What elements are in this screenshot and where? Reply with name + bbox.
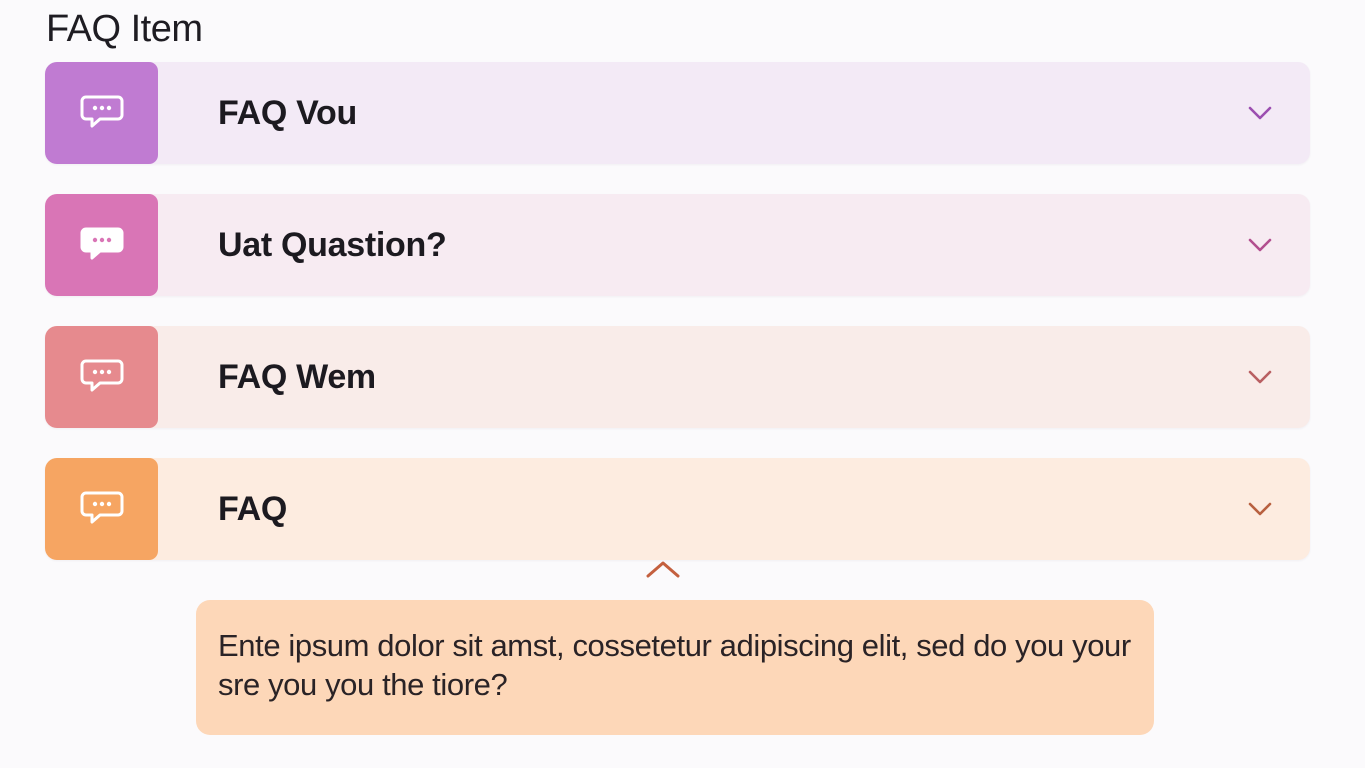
chevron-down-icon[interactable] [1244,493,1276,525]
chat-bubble-icon [80,353,124,402]
faq-item-4[interactable]: FAQ [45,458,1310,560]
chevron-down-icon[interactable] [1244,97,1276,129]
faq-item-1-icon-block [45,62,158,164]
faq-item-2-icon-block [45,194,158,296]
faq-item-2-label: Uat Quastion? [218,225,447,264]
chat-bubble-icon [80,485,124,534]
faq-item-3[interactable]: FAQ Wem [45,326,1310,428]
faq-answer-text: Ente ipsum dolor sit amst, cossetetur ad… [218,628,1131,702]
chevron-down-icon[interactable] [1244,361,1276,393]
faq-item-3-icon-block [45,326,158,428]
chat-bubble-icon [80,221,124,270]
faq-item-3-label: FAQ Wem [218,357,376,396]
faq-item-2[interactable]: Uat Quastion? [45,194,1310,296]
chevron-up-icon[interactable] [644,556,682,582]
faq-item-1[interactable]: FAQ Vou [45,62,1310,164]
faq-item-4-label: FAQ [218,489,287,528]
page-title: FAQ Item [46,8,203,50]
chat-bubble-icon [80,89,124,138]
chevron-down-icon[interactable] [1244,229,1276,261]
faq-answer-panel: Ente ipsum dolor sit amst, cossetetur ad… [196,600,1154,735]
faq-item-1-label: FAQ Vou [218,93,357,132]
faq-item-4-icon-block [45,458,158,560]
